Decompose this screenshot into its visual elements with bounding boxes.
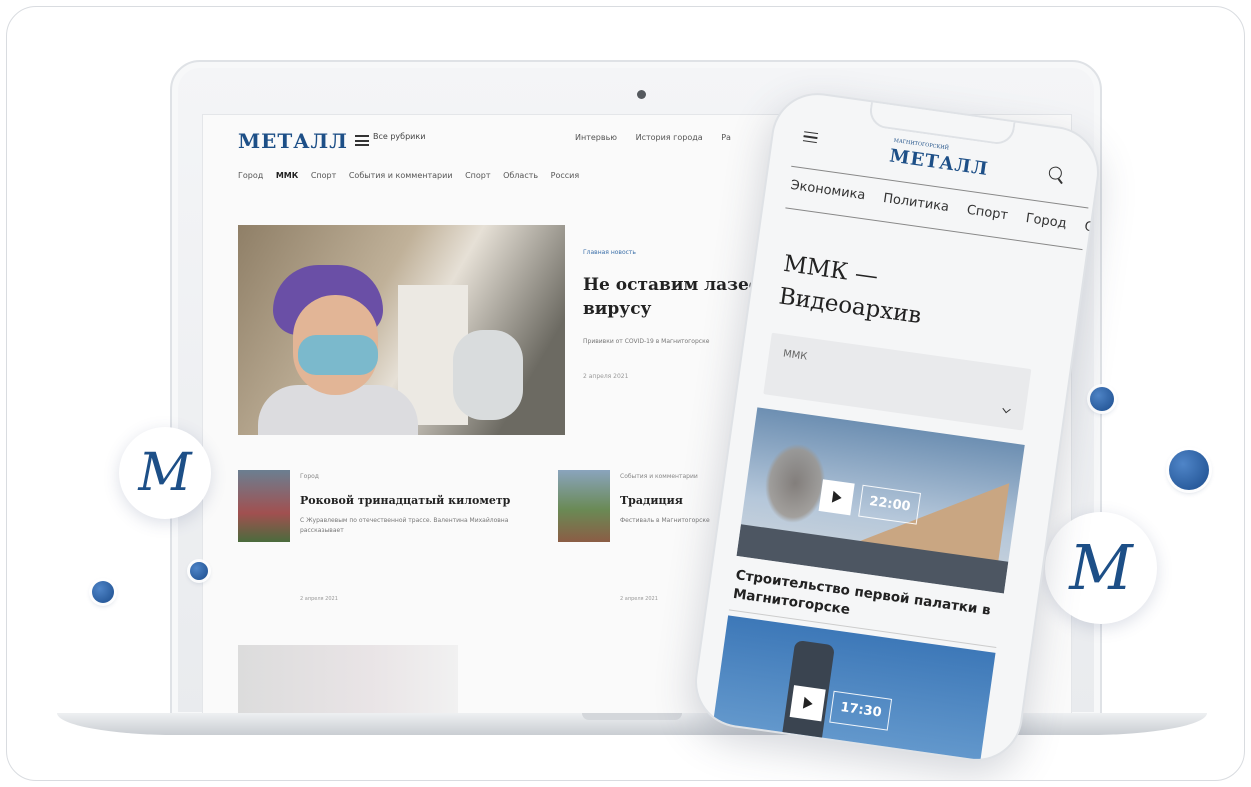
news-kicker: Город [300, 473, 319, 480]
m-badge-left: M [119, 427, 211, 519]
laptop-base [57, 713, 1207, 735]
chevron-down-icon [1002, 404, 1011, 414]
hero-meta: 2 апреля 2021 [583, 373, 629, 380]
news-lead: С Журавлевым по отечественной трассе. Ва… [300, 517, 509, 534]
top-link[interactable]: История города [636, 133, 703, 142]
news-title[interactable]: Роковой тринадцатый километр [300, 494, 510, 507]
rubric-item[interactable]: Спорт [465, 171, 490, 180]
nav-item[interactable]: Экономика [790, 178, 867, 203]
video-duration: 17:30 [829, 690, 893, 731]
menu-icon[interactable] [802, 131, 819, 144]
rubric-item[interactable]: ММК [276, 171, 298, 180]
nav-item[interactable]: Спорт [966, 203, 1009, 224]
rubric-item[interactable]: Спорт [311, 171, 336, 180]
news-kicker: События и комментарии [620, 473, 698, 480]
top-link[interactable]: Ра [721, 133, 731, 142]
menu-icon[interactable] [355, 135, 369, 146]
video-thumb[interactable]: 17:30 [710, 615, 996, 767]
video-thumb[interactable]: 22:00 [736, 407, 1025, 594]
search-icon[interactable] [1048, 165, 1063, 181]
hero-image[interactable] [238, 225, 565, 435]
decor-dot [1090, 387, 1114, 411]
rubrics-nav: Город ММК Спорт События и комментарии Сп… [238, 171, 589, 180]
decor-dot [1169, 450, 1209, 490]
play-icon[interactable] [818, 479, 855, 516]
top-link[interactable]: Интервью [575, 133, 617, 142]
select-value: ММК [782, 348, 808, 363]
rubric-item[interactable]: События и комментарии [349, 171, 453, 180]
site-logo[interactable]: МЕТАЛЛ [238, 129, 348, 153]
decor-dot [92, 581, 114, 603]
decor-dot [190, 562, 208, 580]
news-thumb[interactable] [558, 470, 610, 542]
play-icon[interactable] [789, 685, 826, 722]
page-title: ММК — Видеоархив [777, 250, 923, 330]
news-thumb[interactable] [238, 470, 290, 542]
all-sections-link[interactable]: Все рубрики [373, 132, 425, 141]
news-meta: 2 апреля 2021 [620, 596, 658, 602]
rubric-item[interactable]: Город [238, 171, 263, 180]
rubric-item[interactable]: Россия [551, 171, 580, 180]
nav-item[interactable]: Город [1025, 211, 1068, 232]
news-meta: 2 апреля 2021 [300, 596, 338, 602]
rubric-item[interactable]: Область [503, 171, 538, 180]
promo-frame: МЕТАЛЛ Все рубрики Интервью История горо… [6, 6, 1245, 781]
m-badge-right: M [1045, 512, 1157, 624]
nav-item[interactable]: Политика [882, 191, 950, 215]
phone-logo[interactable]: МАГНИТОГОРСКИЙ МЕТАЛЛ [888, 138, 990, 180]
laptop-camera [637, 90, 646, 99]
hero-kicker[interactable]: Главная новость [583, 249, 636, 256]
top-links: Интервью История города Ра [575, 133, 747, 142]
news-thumb[interactable] [238, 645, 458, 713]
